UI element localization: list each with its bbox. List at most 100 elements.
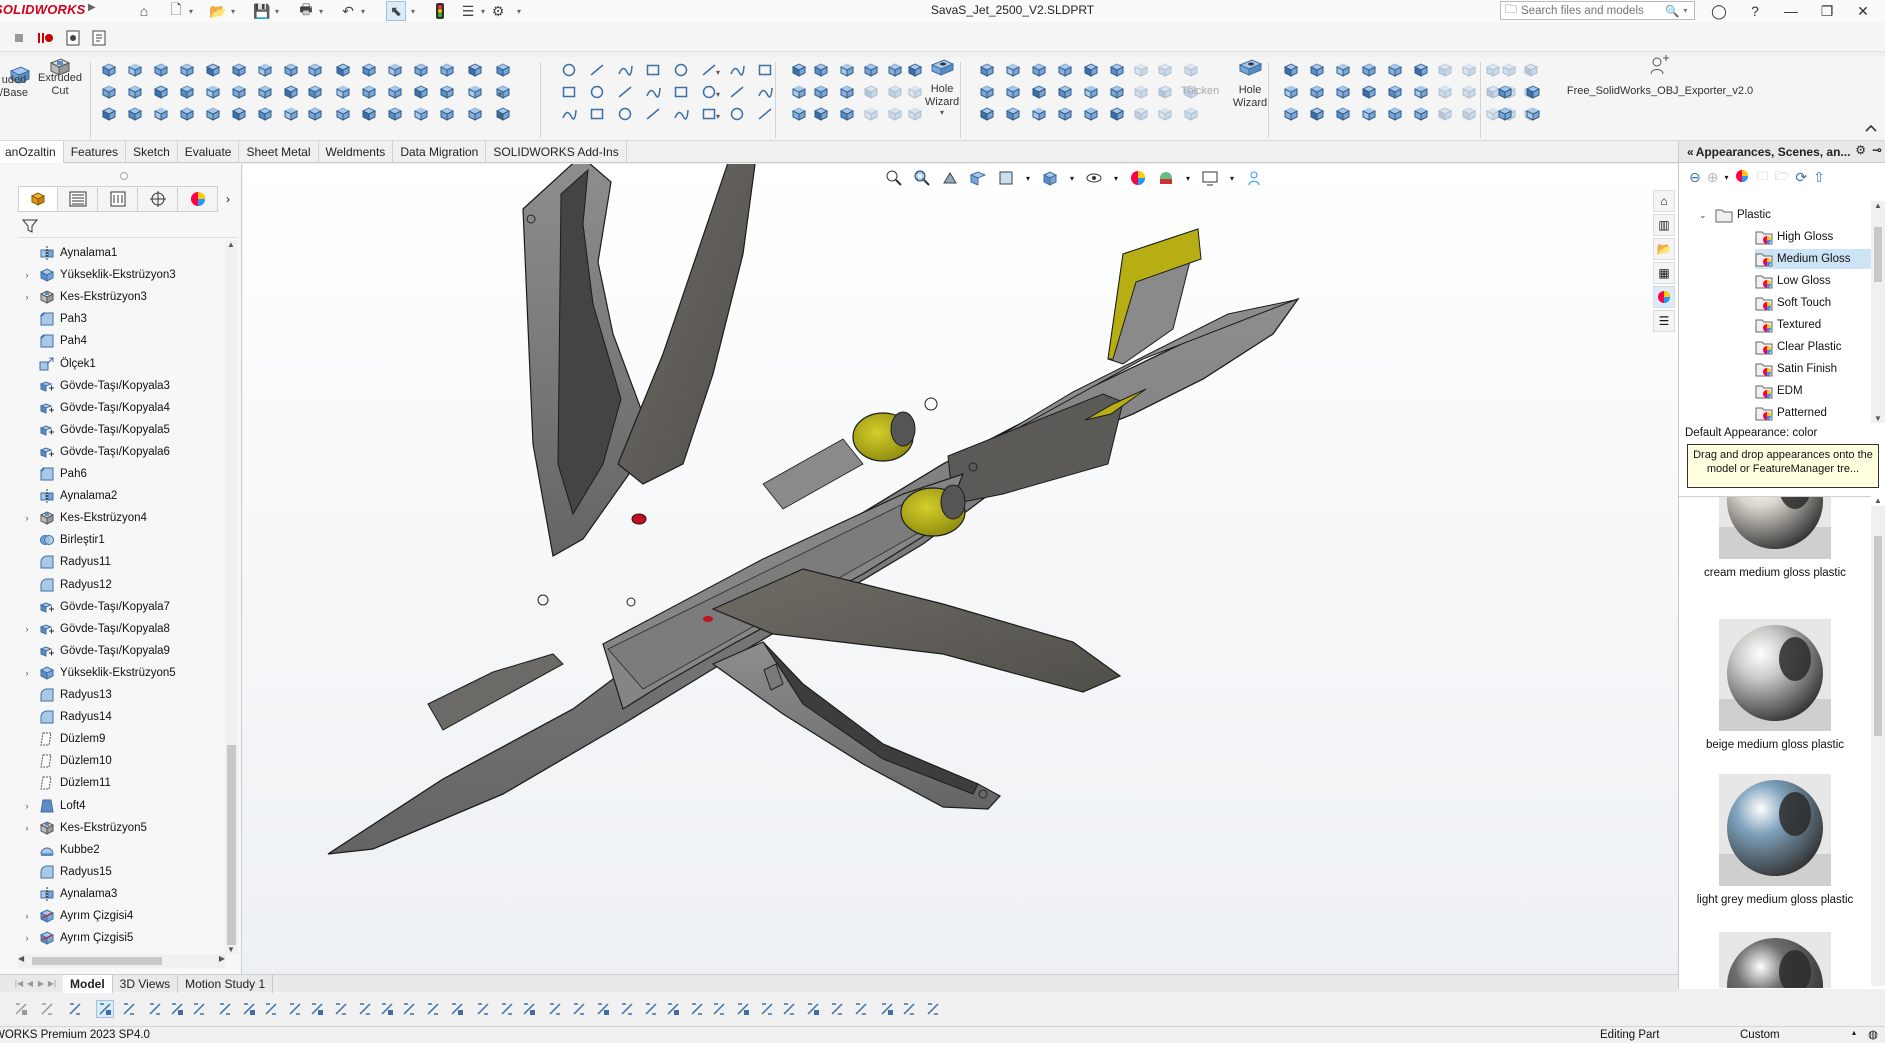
add-folder-icon[interactable]: 🗀 <box>1756 167 1768 188</box>
ribbon-tool-icon[interactable] <box>560 105 578 123</box>
ribbon-tool-icon[interactable] <box>672 83 690 101</box>
ribbon-tool-icon[interactable] <box>178 105 196 123</box>
ribbon-tool-icon[interactable] <box>1132 61 1150 79</box>
stop-macro-icon[interactable] <box>10 29 28 47</box>
feature-tree-item[interactable]: Ölçek1 <box>18 354 225 374</box>
selection-filter-icon[interactable] <box>356 1000 374 1018</box>
rebuild-status-icon[interactable]: ◍ <box>1868 1027 1878 1041</box>
help-icon[interactable]: ? <box>1738 0 1772 22</box>
ribbon-tool-icon[interactable] <box>588 61 606 79</box>
ribbon-tool-icon[interactable] <box>616 83 634 101</box>
ribbon-tool-icon[interactable] <box>812 61 830 79</box>
feature-tree-item[interactable]: › Yükseklik-Ekstrüzyon3 <box>18 265 225 285</box>
ribbon-tool-icon[interactable] <box>886 105 904 123</box>
ribbon-tool-icon[interactable] <box>1004 61 1022 79</box>
ribbon-tool-icon[interactable] <box>306 61 324 79</box>
appearances-scenes-icon[interactable] <box>1653 286 1675 308</box>
hole-wizard-icon[interactable] <box>928 55 956 79</box>
macro-run-icon[interactable] <box>90 29 108 47</box>
ribbon-tool-icon[interactable] <box>644 105 662 123</box>
scroll-thumb[interactable] <box>1874 227 1882 282</box>
appearance-tree-scrollbar[interactable]: ▲ ▼ <box>1871 201 1885 423</box>
selection-filter-icon[interactable] <box>498 1000 516 1018</box>
ribbon-tool-icon[interactable] <box>1412 105 1430 123</box>
ribbon-tool-icon[interactable] <box>728 83 746 101</box>
gallery-scroll-thumb[interactable] <box>1874 536 1882 736</box>
ribbon-tool-icon[interactable] <box>230 105 248 123</box>
custom-properties-icon[interactable]: ☰ <box>1653 310 1675 332</box>
selection-filter-icon[interactable] <box>804 1000 822 1018</box>
display-manager-tab-icon[interactable] <box>178 186 218 212</box>
appearance-folder-low-gloss[interactable]: Low Gloss <box>1755 271 1871 291</box>
ribbon-tool-icon[interactable] <box>1334 61 1352 79</box>
file-explorer-icon[interactable]: 📂 <box>1653 238 1675 260</box>
selection-filter-icon[interactable] <box>120 1000 138 1018</box>
feature-tree-item[interactable]: Düzlem11 <box>18 773 225 793</box>
extruded-cut-label[interactable]: Extruded Cut <box>34 72 86 98</box>
search-dropdown-icon[interactable]: ▾ <box>1683 6 1687 15</box>
ribbon-tool-icon[interactable] <box>1132 105 1150 123</box>
ribbon-dropdown-icon[interactable]: ▾ <box>714 107 722 125</box>
hole-wizard-label[interactable]: Hole Wizard <box>920 83 964 109</box>
ribbon-tool-icon[interactable] <box>862 105 880 123</box>
ribbon-tool-icon[interactable] <box>256 83 274 101</box>
ribbon-tool-icon[interactable] <box>588 105 606 123</box>
selection-filter-icon[interactable] <box>642 1000 660 1018</box>
feature-tree-item[interactable]: Gövde-Taşı/Kopyala9 <box>18 641 225 661</box>
ribbon-tool-icon[interactable] <box>412 61 430 79</box>
ribbon-tool-icon[interactable] <box>588 83 606 101</box>
tree-filter[interactable] <box>18 214 238 238</box>
feature-tree-item[interactable]: Radyus15 <box>18 862 225 882</box>
selection-filter-icon[interactable] <box>546 1000 564 1018</box>
obj-exporter-label[interactable]: Free_SolidWorks_OBJ_Exporter_v2.0 <box>1560 85 1760 98</box>
feature-tree-item[interactable]: Düzlem9 <box>18 729 225 749</box>
ribbon-tool-icon[interactable] <box>282 61 300 79</box>
last-tab-icon[interactable]: ▶| <box>47 979 57 988</box>
h-scroll-thumb[interactable] <box>32 957 162 965</box>
solidworks-resources-icon[interactable]: ⌂ <box>1653 190 1675 212</box>
ribbon-tool-icon[interactable] <box>756 61 774 79</box>
ribbon-tool-icon[interactable] <box>728 105 746 123</box>
appearance-folder-plastic[interactable]: ⌄ Plastic <box>1699 205 1871 225</box>
expand-chevron-icon[interactable]: › <box>20 668 34 678</box>
ribbon-dropdown-icon[interactable]: ▾ <box>496 85 504 103</box>
feature-tree-item[interactable]: Aynalama1 <box>18 243 225 263</box>
feature-tree-item[interactable]: Aynalama2 <box>18 486 225 506</box>
selection-filter-icon[interactable] <box>286 1000 304 1018</box>
selection-filter-icon[interactable] <box>474 1000 492 1018</box>
ribbon-tool-icon[interactable] <box>1004 105 1022 123</box>
expand-chevron-icon[interactable]: › <box>20 933 34 943</box>
feature-tree-item[interactable]: Pah6 <box>18 464 225 484</box>
ribbon-tool-icon[interactable] <box>1496 83 1514 101</box>
ribbon-tool-icon[interactable] <box>360 61 378 79</box>
ribbon-tool-icon[interactable] <box>360 105 378 123</box>
ribbon-tool-icon[interactable] <box>1282 61 1300 79</box>
selection-filter-icon[interactable] <box>448 1000 466 1018</box>
ribbon-tool-icon[interactable] <box>438 61 456 79</box>
ribbon-tool-icon[interactable] <box>1412 61 1430 79</box>
ribbon-tool-icon[interactable] <box>790 83 808 101</box>
selection-filter-icon[interactable] <box>378 1000 396 1018</box>
appearance-folder-edm[interactable]: EDM <box>1755 381 1871 401</box>
bottom-tab-motion-study-1[interactable]: Motion Study 1 <box>178 975 274 993</box>
expand-chevron-icon[interactable]: › <box>20 823 34 833</box>
prev-tab-icon[interactable]: ◀ <box>25 979 35 988</box>
ribbon-tool-icon[interactable] <box>1082 83 1100 101</box>
ribbon-tool-icon[interactable] <box>1500 61 1518 79</box>
appearance-folder-satin-finish[interactable]: Satin Finish <box>1755 359 1871 379</box>
appearance-swatch[interactable]: beige medium gloss plastic <box>1679 619 1871 752</box>
ribbon-tool-icon[interactable] <box>1436 83 1454 101</box>
ribbon-tool-icon[interactable] <box>1524 105 1542 123</box>
appearance-ball-icon[interactable] <box>1734 168 1750 187</box>
ribbon-tool-icon[interactable] <box>178 61 196 79</box>
selection-filter-icon[interactable] <box>146 1000 164 1018</box>
ribbon-dropdown-icon[interactable]: ▾ <box>714 63 722 81</box>
ribbon-tool-icon[interactable] <box>1360 61 1378 79</box>
ribbon-tool-icon[interactable] <box>360 83 378 101</box>
tab-weldments[interactable]: Weldments <box>319 141 394 163</box>
hole-wizard-2-label[interactable]: Hole Wizard <box>1228 84 1272 110</box>
selection-filter-icon[interactable] <box>400 1000 418 1018</box>
select-filter-pointer-icon[interactable] <box>96 1000 114 1018</box>
collapse-ribbon-icon[interactable] <box>1862 119 1880 137</box>
ribbon-tool-icon[interactable] <box>1282 83 1300 101</box>
